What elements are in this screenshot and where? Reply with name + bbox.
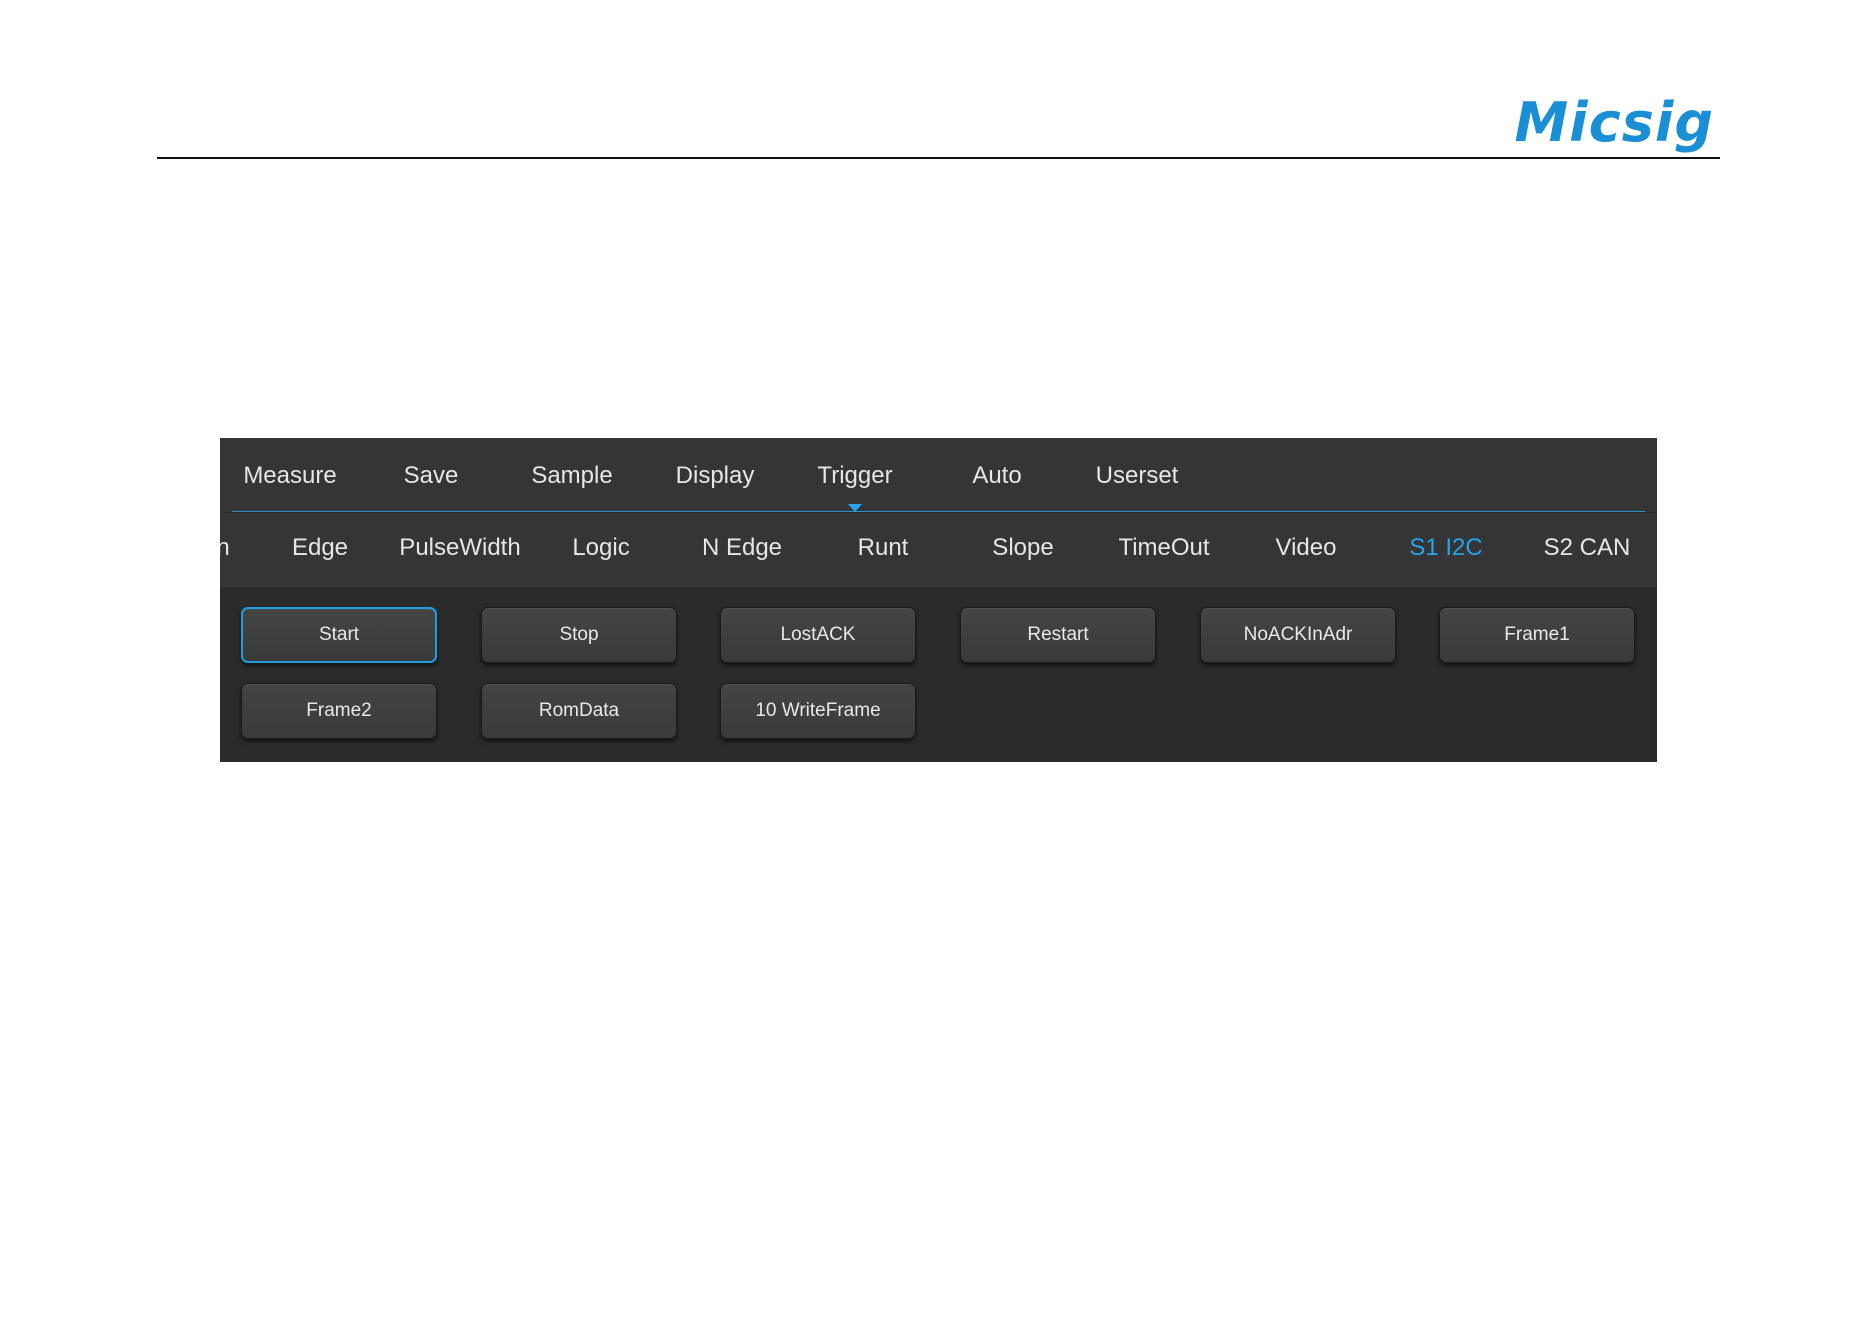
trigger-type-slope[interactable]: Slope bbox=[992, 534, 1053, 562]
active-menu-marker-icon bbox=[848, 504, 862, 512]
trigger-type-logic[interactable]: Logic bbox=[572, 534, 629, 562]
trigger-type-video[interactable]: Video bbox=[1276, 534, 1337, 562]
condition-noackinadr-button[interactable]: NoACKInAdr bbox=[1200, 607, 1396, 663]
menu-item-auto[interactable]: Auto bbox=[972, 462, 1021, 490]
condition-10-writeframe-button[interactable]: 10 WriteFrame bbox=[720, 683, 916, 739]
menu-underline bbox=[232, 511, 1645, 512]
trigger-type-pulsewidth[interactable]: PulseWidth bbox=[399, 534, 520, 562]
condition-frame1-button[interactable]: Frame1 bbox=[1439, 607, 1635, 663]
condition-lostack-button[interactable]: LostACK bbox=[720, 607, 916, 663]
trigger-type-edge[interactable]: Edge bbox=[292, 534, 348, 562]
trigger-type-runt[interactable]: Runt bbox=[858, 534, 909, 562]
trigger-type-bar: n Edge PulseWidth Logic N Edge Runt Slop… bbox=[220, 513, 1657, 587]
oscilloscope-trigger-panel: Measure Save Sample Display Trigger Auto… bbox=[220, 438, 1657, 762]
menu-item-save[interactable]: Save bbox=[404, 462, 459, 490]
header-divider bbox=[157, 157, 1720, 159]
condition-start-button[interactable]: Start bbox=[241, 607, 437, 663]
condition-romdata-button[interactable]: RomData bbox=[481, 683, 677, 739]
trigger-type-s1-i2c[interactable]: S1 I2C bbox=[1409, 534, 1482, 562]
trigger-type-clipped[interactable]: n bbox=[220, 534, 230, 562]
menu-item-sample[interactable]: Sample bbox=[531, 462, 612, 490]
condition-restart-button[interactable]: Restart bbox=[960, 607, 1156, 663]
condition-frame2-button[interactable]: Frame2 bbox=[241, 683, 437, 739]
menu-item-display[interactable]: Display bbox=[676, 462, 755, 490]
menu-item-measure[interactable]: Measure bbox=[243, 462, 336, 490]
menu-item-trigger[interactable]: Trigger bbox=[817, 462, 892, 490]
trigger-type-s2-can[interactable]: S2 CAN bbox=[1544, 534, 1631, 562]
main-menu-bar: Measure Save Sample Display Trigger Auto… bbox=[220, 438, 1657, 512]
menu-item-userset[interactable]: Userset bbox=[1096, 462, 1179, 490]
trigger-type-n-edge[interactable]: N Edge bbox=[702, 534, 782, 562]
micsig-logo: Micsig bbox=[1514, 91, 1714, 154]
condition-stop-button[interactable]: Stop bbox=[481, 607, 677, 663]
trigger-type-timeout[interactable]: TimeOut bbox=[1118, 534, 1209, 562]
